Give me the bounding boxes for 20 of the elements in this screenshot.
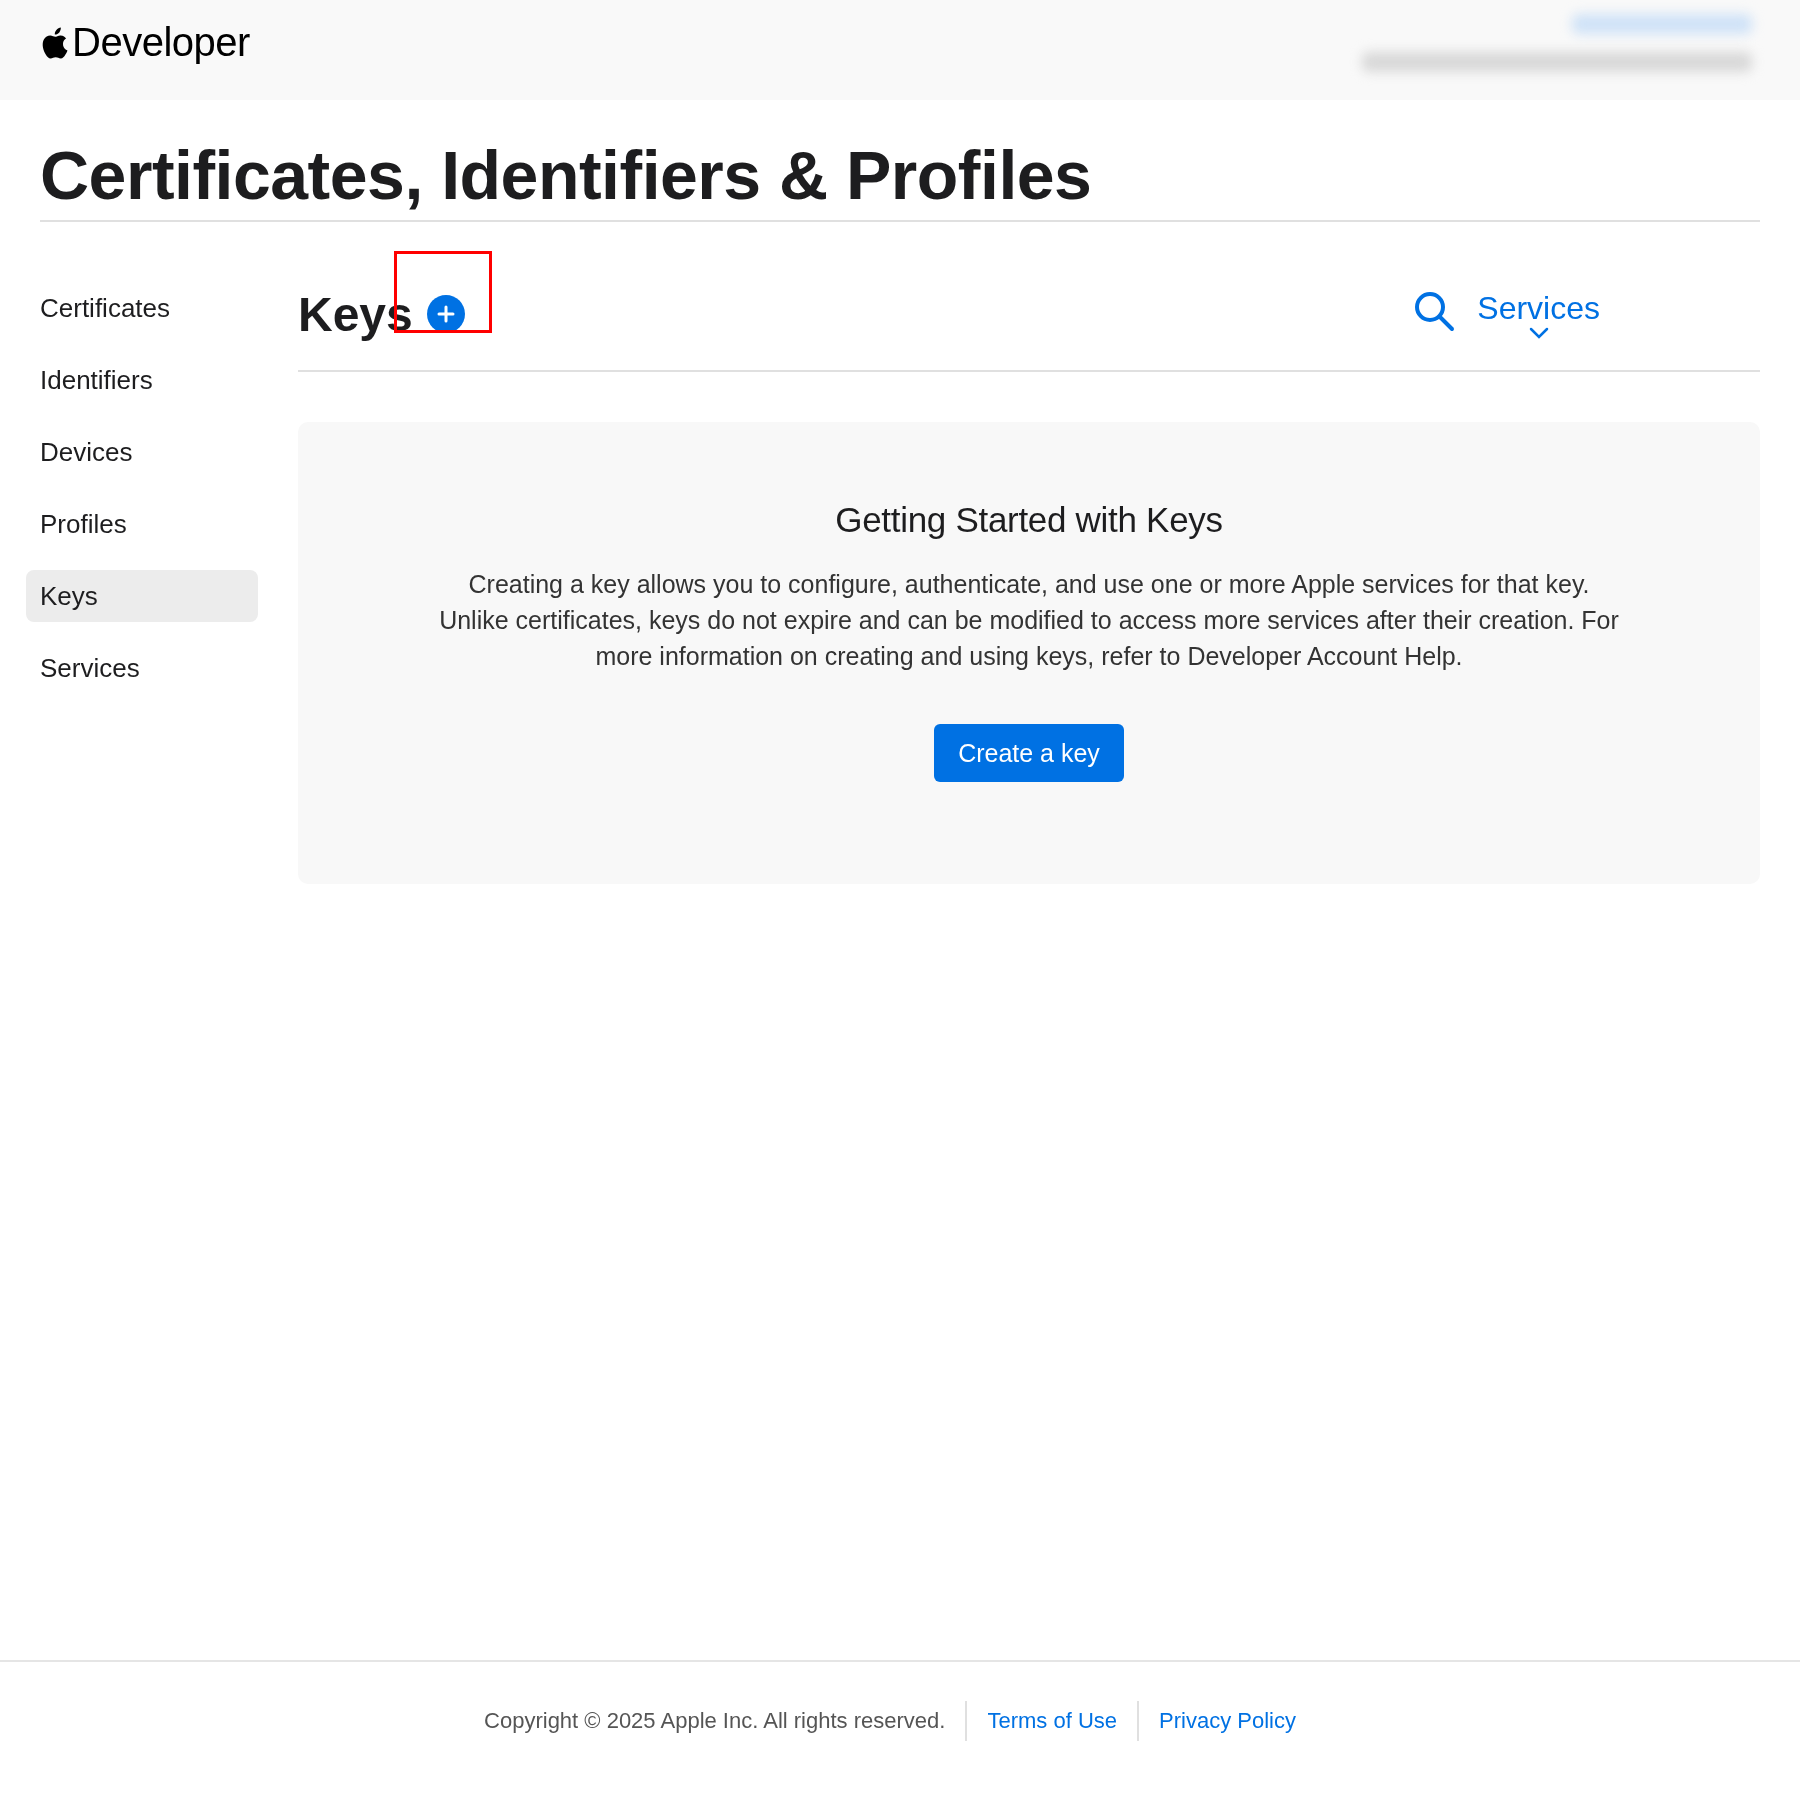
footer-link[interactable]: Privacy Policy <box>1137 1701 1316 1741</box>
page-title: Certificates, Identifiers & Profiles <box>40 136 1760 222</box>
add-button[interactable] <box>426 295 465 333</box>
create-key-button[interactable]: Create a key <box>934 724 1124 782</box>
chevron-down-icon <box>1528 326 1549 339</box>
card-description: Creating a key allows you to configure, authenticate, and use one or more Apple services for that key. Unlike certificates, keys do not expire and can be modified to access more services after their creation. For more information on creating and using keys, refer to Developer Account Help. <box>439 569 1619 672</box>
footer-link[interactable]: Terms of Use <box>965 1701 1137 1741</box>
sidebar-item[interactable]: Identifiers <box>26 354 258 406</box>
services-dropdown[interactable]: Services <box>1477 289 1600 339</box>
sidebar-item[interactable]: Profiles <box>26 498 258 550</box>
brand-name[interactable]: Developer <box>72 20 250 65</box>
sidebar-item[interactable]: Services <box>26 642 258 694</box>
plus-icon <box>436 305 455 323</box>
sidebar-item[interactable]: Devices <box>26 426 258 478</box>
sidebar-item[interactable]: Certificates <box>26 282 258 334</box>
sidebar-item[interactable]: Keys <box>26 570 258 622</box>
apple-logo-icon <box>40 25 68 60</box>
copyright-text: Copyright © 2025 Apple Inc. All rights reserved. <box>484 1708 947 1734</box>
search-icon[interactable] <box>1413 289 1456 332</box>
card-title: Getting Started with Keys <box>835 500 1223 540</box>
